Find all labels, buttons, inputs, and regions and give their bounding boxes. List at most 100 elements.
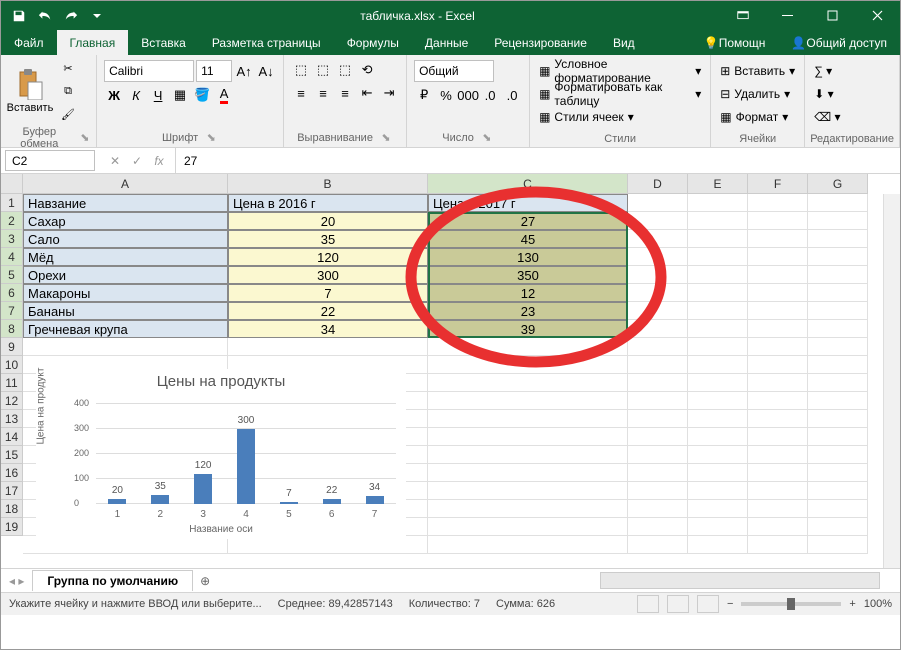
cell[interactable]	[688, 194, 748, 212]
cell[interactable]: Сахар	[23, 212, 228, 230]
view-page-icon[interactable]	[667, 595, 689, 613]
cell[interactable]	[748, 374, 808, 392]
cell[interactable]	[688, 374, 748, 392]
align-launcher-icon[interactable]: ⬊	[379, 131, 393, 145]
formula-input[interactable]: 27	[175, 148, 900, 173]
cell[interactable]: 45	[428, 230, 628, 248]
undo-icon[interactable]	[33, 5, 57, 27]
cell[interactable]	[628, 266, 688, 284]
align-right-icon[interactable]: ≡	[335, 83, 355, 103]
cell[interactable]: Навзание	[23, 194, 228, 212]
comma-icon[interactable]: 000	[458, 85, 478, 105]
cell[interactable]	[808, 392, 868, 410]
font-launcher-icon[interactable]: ⬊	[204, 131, 218, 145]
cell[interactable]: 300	[228, 266, 428, 284]
cell[interactable]	[808, 338, 868, 356]
row-header[interactable]: 9	[1, 338, 23, 356]
enter-formula-icon[interactable]: ✓	[127, 154, 147, 168]
row-header[interactable]: 16	[1, 464, 23, 482]
cell[interactable]	[748, 518, 808, 536]
row-header[interactable]: 2	[1, 212, 23, 230]
cell[interactable]	[808, 230, 868, 248]
inc-decimal-icon[interactable]: .0	[480, 85, 500, 105]
tab-share[interactable]: 👤 Общий доступ	[778, 30, 900, 55]
cell[interactable]	[808, 374, 868, 392]
currency-icon[interactable]: ₽	[414, 85, 434, 105]
copy-icon[interactable]: ⧉	[57, 81, 79, 101]
row-header[interactable]: 13	[1, 410, 23, 428]
cell[interactable]	[808, 266, 868, 284]
minimize-icon[interactable]	[765, 1, 810, 30]
cell[interactable]	[688, 500, 748, 518]
format-as-table-button[interactable]: ▦ Форматировать как таблицу ▾	[539, 83, 701, 105]
cell[interactable]: Бананы	[23, 302, 228, 320]
cell[interactable]	[748, 194, 808, 212]
cell[interactable]: 12	[428, 284, 628, 302]
clipboard-launcher-icon[interactable]: ⬊	[79, 131, 91, 145]
cell[interactable]	[688, 248, 748, 266]
cell[interactable]	[688, 446, 748, 464]
cell[interactable]	[428, 410, 628, 428]
cell[interactable]	[688, 338, 748, 356]
tab-data[interactable]: Данные	[412, 30, 481, 55]
cell[interactable]: Цена в 2016 г	[228, 194, 428, 212]
format-painter-icon[interactable]: 🖌	[57, 104, 79, 124]
cell[interactable]	[428, 374, 628, 392]
cut-icon[interactable]: ✂	[57, 58, 79, 78]
border-icon[interactable]: ▦	[170, 85, 190, 105]
row-header[interactable]: 14	[1, 428, 23, 446]
clear-icon[interactable]: ⌫ ▾	[814, 106, 840, 128]
cell[interactable]	[628, 500, 688, 518]
cell[interactable]	[428, 500, 628, 518]
row-header[interactable]: 6	[1, 284, 23, 302]
row-header[interactable]: 11	[1, 374, 23, 392]
row-header[interactable]: 15	[1, 446, 23, 464]
maximize-icon[interactable]	[810, 1, 855, 30]
cell[interactable]: 35	[228, 230, 428, 248]
format-cells-button[interactable]: ▦ Формат ▾	[720, 106, 795, 128]
cell[interactable]	[808, 248, 868, 266]
cell[interactable]	[428, 356, 628, 374]
cell[interactable]	[628, 338, 688, 356]
dec-decimal-icon[interactable]: .0	[502, 85, 522, 105]
fx-icon[interactable]: fx	[149, 154, 169, 168]
align-top-icon[interactable]: ⬚	[291, 60, 311, 80]
cell[interactable]	[628, 446, 688, 464]
tab-review[interactable]: Рецензирование	[481, 30, 600, 55]
cell[interactable]	[428, 338, 628, 356]
row-header[interactable]: 10	[1, 356, 23, 374]
redo-icon[interactable]	[59, 5, 83, 27]
cell[interactable]	[748, 320, 808, 338]
cell[interactable]	[808, 302, 868, 320]
row-header[interactable]: 4	[1, 248, 23, 266]
cell[interactable]	[628, 392, 688, 410]
cell[interactable]: Макароны	[23, 284, 228, 302]
cell[interactable]	[808, 284, 868, 302]
column-header[interactable]: G	[808, 174, 868, 194]
cell[interactable]	[748, 482, 808, 500]
cell[interactable]	[688, 428, 748, 446]
sheet-tab-active[interactable]: Группа по умолчанию	[32, 570, 193, 591]
cell[interactable]	[748, 248, 808, 266]
view-break-icon[interactable]	[697, 595, 719, 613]
indent-inc-icon[interactable]: ⇥	[379, 83, 399, 103]
cell[interactable]: Орехи	[23, 266, 228, 284]
save-icon[interactable]	[7, 5, 31, 27]
select-all-corner[interactable]	[1, 174, 23, 194]
cell[interactable]	[808, 482, 868, 500]
cell[interactable]	[628, 320, 688, 338]
row-header[interactable]: 8	[1, 320, 23, 338]
conditional-formatting-button[interactable]: ▦ Условное форматирование ▾	[539, 60, 701, 82]
cell[interactable]	[748, 428, 808, 446]
fill-color-icon[interactable]: 🪣	[192, 85, 212, 105]
cell[interactable]	[808, 500, 868, 518]
row-header[interactable]: 19	[1, 518, 23, 536]
cell[interactable]	[748, 356, 808, 374]
orientation-icon[interactable]: ⟲	[357, 60, 377, 80]
cell[interactable]	[688, 518, 748, 536]
cell[interactable]	[428, 482, 628, 500]
ribbon-options-icon[interactable]	[720, 1, 765, 30]
cell[interactable]	[628, 374, 688, 392]
align-middle-icon[interactable]: ⬚	[313, 60, 333, 80]
cell[interactable]	[808, 446, 868, 464]
